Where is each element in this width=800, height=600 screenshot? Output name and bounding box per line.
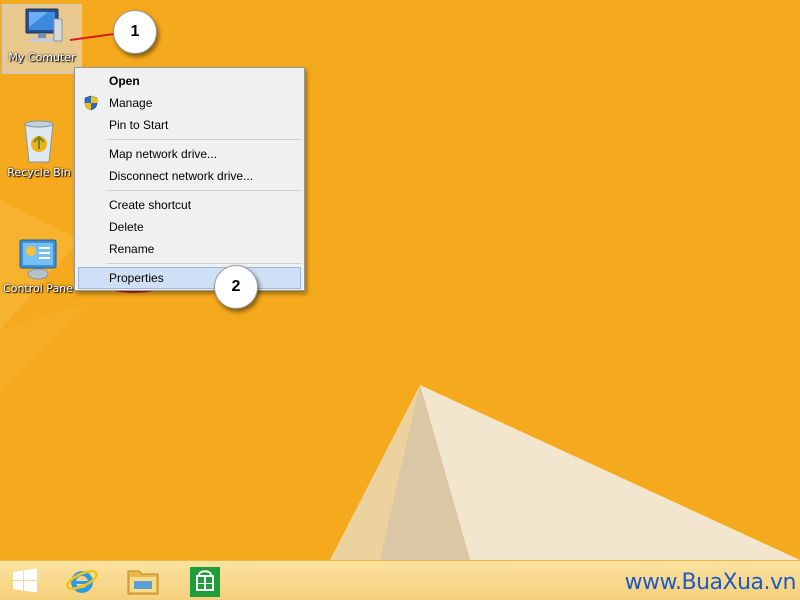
- menu-separator: [107, 263, 301, 264]
- uac-shield-icon: [84, 95, 98, 111]
- internet-explorer-button[interactable]: [58, 561, 106, 600]
- desktop: My Comuter Recycle Bin Control Pane Open…: [0, 0, 800, 600]
- callout-1: 1: [113, 10, 157, 54]
- menu-item-open[interactable]: Open: [78, 70, 301, 92]
- menu-item-label: Properties: [109, 271, 164, 285]
- menu-item-label: Create shortcut: [109, 198, 192, 212]
- menu-item-label: Open: [109, 74, 140, 88]
- callout-number: 2: [231, 278, 241, 295]
- menu-item-pin-to-start[interactable]: Pin to Start: [78, 114, 301, 136]
- watermark: www.BuaXua.vn: [624, 570, 797, 595]
- file-explorer-button[interactable]: [120, 561, 166, 600]
- menu-item-label: Rename: [109, 242, 155, 256]
- menu-item-create-shortcut[interactable]: Create shortcut: [78, 194, 301, 216]
- store-button[interactable]: [182, 561, 228, 600]
- callout-number: 1: [130, 23, 140, 40]
- ie-icon: [66, 570, 98, 593]
- menu-separator: [107, 190, 301, 191]
- menu-item-delete[interactable]: Delete: [78, 216, 301, 238]
- menu-item-label: Delete: [109, 220, 144, 234]
- menu-item-label: Map network drive...: [109, 147, 218, 161]
- folder-icon: [127, 570, 159, 595]
- store-icon: [190, 567, 220, 597]
- menu-item-disconnect-network-drive[interactable]: Disconnect network drive...: [78, 165, 301, 187]
- windows-logo-icon: [13, 568, 37, 593]
- context-menu: Open Manage Pin to Start Map network dri…: [74, 67, 305, 291]
- menu-item-label: Manage: [109, 96, 153, 110]
- menu-item-rename[interactable]: Rename: [78, 238, 301, 260]
- menu-item-properties[interactable]: Properties: [78, 267, 301, 289]
- menu-item-label: Pin to Start: [109, 118, 169, 132]
- menu-separator: [107, 139, 301, 140]
- menu-item-map-network-drive[interactable]: Map network drive...: [78, 143, 301, 165]
- menu-item-label: Disconnect network drive...: [109, 169, 254, 183]
- menu-item-manage[interactable]: Manage: [78, 92, 301, 114]
- taskbar: www.BuaXua.vn: [0, 560, 800, 600]
- callout-2: 2: [214, 265, 258, 309]
- start-button[interactable]: [0, 561, 50, 600]
